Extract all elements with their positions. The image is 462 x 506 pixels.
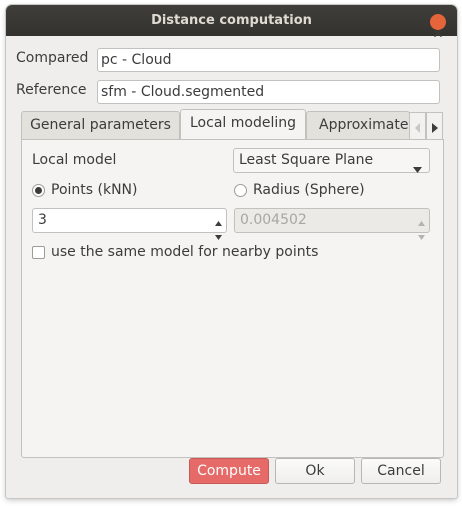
radius-value: 0.004502 [240,212,307,228]
points-value: 3 [38,212,47,228]
radio-button[interactable] [234,183,247,197]
radio-selected-dot [35,186,42,194]
local-model-label: Local model [32,152,117,168]
spin-arrows[interactable] [213,211,224,240]
radius-spinbox[interactable]: 0.004502 [234,208,430,240]
title-bar[interactable]: Distance computation [6,5,457,37]
radio-radius-label: Radius (Sphere) [253,182,365,198]
same-model-checkbox[interactable]: use the same model for nearby points [32,244,318,260]
spin-up-icon[interactable] [215,211,222,226]
spin-down-icon[interactable] [418,225,425,240]
chevron-down-icon [413,158,422,173]
compared-label: Compared [16,50,89,66]
close-button[interactable] [430,14,446,37]
spin-down-icon[interactable] [215,225,222,240]
radio-radius-sphere[interactable]: Radius (Sphere) [234,182,365,198]
tab-label: General parameters [30,117,171,133]
tab-label: Local modeling [190,115,296,131]
tab-scroll-left-button[interactable] [409,112,426,140]
ok-button[interactable]: Ok [275,458,355,484]
tab-general-parameters[interactable]: General parameters [21,111,180,139]
tab-scroll-right-icon [431,121,438,133]
points-spinbox[interactable]: 3 [32,208,227,240]
checkbox-box[interactable] [32,245,45,259]
radio-button[interactable] [32,183,45,197]
tab-scroll-left-icon [414,121,421,133]
reference-field[interactable]: sfm - Cloud.segmented [97,80,440,104]
compared-field[interactable]: pc - Cloud [97,48,440,72]
radio-points-label: Points (kNN) [51,182,138,198]
dialog-window: Distance computation Compared pc - Cloud… [6,5,457,498]
local-model-select[interactable]: Least Square Plane [233,148,430,173]
reference-label: Reference [16,82,87,98]
tab-approximate[interactable]: Approximate [306,111,410,139]
window-title: Distance computation [151,13,312,28]
local-model-value: Least Square Plane [239,152,374,168]
cancel-button[interactable]: Cancel [361,458,441,484]
close-icon [434,18,442,37]
same-model-label: use the same model for nearby points [51,244,319,260]
spin-arrows[interactable] [416,211,427,240]
tab-label: Approximate [319,117,409,133]
spin-up-icon[interactable] [418,211,425,226]
tab-scroll-right-button[interactable] [426,112,443,140]
radio-points-knn[interactable]: Points (kNN) [32,182,137,198]
tab-local-modeling[interactable]: Local modeling [180,109,306,139]
compute-button[interactable]: Compute [189,458,269,484]
